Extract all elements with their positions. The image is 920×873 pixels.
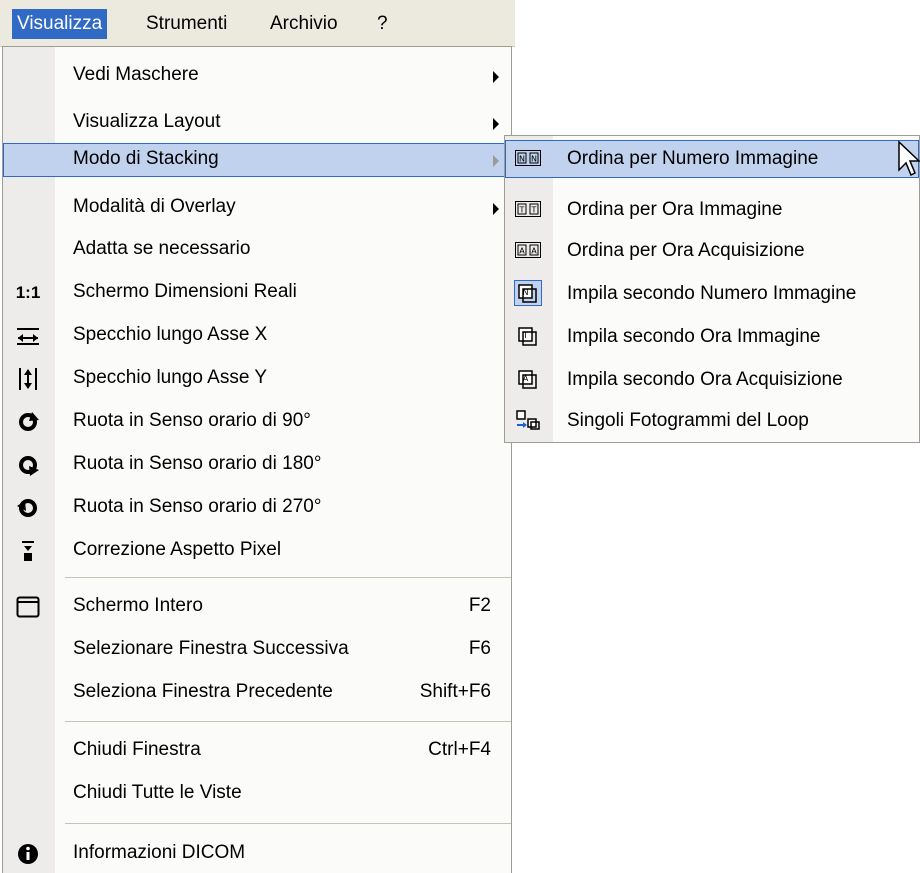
menu-item-shortcut: F6 bbox=[468, 638, 491, 659]
rotate-180-icon bbox=[15, 452, 41, 478]
menu-archivio[interactable]: Archivio bbox=[266, 10, 342, 38]
actual-size-icon: 1:1 bbox=[15, 283, 41, 302]
menu-item-modalita-overlay[interactable]: Modalità di Overlay bbox=[3, 191, 513, 225]
submenu-arrow-icon bbox=[493, 71, 499, 83]
menu-item-label: Specchio lungo Asse X bbox=[73, 324, 268, 345]
menu-item-label: Seleziona Finestra Precedente bbox=[73, 681, 333, 702]
menu-item-specchio-x[interactable]: Specchio lungo Asse X bbox=[3, 319, 513, 353]
menu-item-shortcut: Shift+F6 bbox=[419, 681, 491, 702]
submenu-item-ordina-ora-immagine[interactable]: TT Ordina per Ora Immagine bbox=[505, 191, 919, 229]
menu-item-label: Selezionare Finestra Successiva bbox=[73, 638, 349, 659]
pixel-aspect-icon bbox=[15, 538, 41, 564]
loop-frames-icon bbox=[515, 408, 541, 432]
menu-item-label: Schermo Dimensioni Reali bbox=[73, 281, 297, 302]
submenu-item-label: Impila secondo Ora Immagine bbox=[567, 326, 821, 347]
menu-item-specchio-y[interactable]: Specchio lungo Asse Y bbox=[3, 362, 513, 396]
menu-item-ruota-90[interactable]: Ruota in Senso orario di 90° bbox=[3, 405, 513, 439]
menu-visualizza[interactable]: Visualizza bbox=[12, 9, 108, 39]
fullscreen-icon bbox=[15, 594, 41, 620]
submenu-arrow-icon bbox=[493, 118, 499, 130]
menu-item-label: Informazioni DICOM bbox=[73, 842, 246, 863]
menu-item-label: Vedi Maschere bbox=[73, 64, 199, 85]
menu-item-label: Modo di Stacking bbox=[73, 148, 219, 169]
menu-help[interactable]: ? bbox=[373, 10, 392, 38]
menu-item-label: Ruota in Senso orario di 90° bbox=[73, 410, 311, 431]
menu-item-label: Ruota in Senso orario di 180° bbox=[73, 453, 322, 474]
stack-by-time-icon: T bbox=[515, 324, 541, 348]
svg-text:N: N bbox=[531, 155, 537, 164]
sort-by-time-icon: TT bbox=[515, 197, 541, 221]
svg-text:A: A bbox=[531, 247, 537, 256]
submenu-item-label: Singoli Fotogrammi del Loop bbox=[567, 410, 809, 431]
svg-text:N: N bbox=[523, 288, 529, 297]
svg-text:T: T bbox=[519, 206, 525, 215]
menu-item-label: Specchio lungo Asse Y bbox=[73, 367, 268, 388]
rotate-270-icon bbox=[15, 495, 41, 521]
visualizza-dropdown: Vedi Maschere Visualizza Layout Modo di … bbox=[2, 46, 513, 873]
submenu-item-label: Ordina per Ora Acquisizione bbox=[567, 240, 805, 261]
menu-item-label: Modalità di Overlay bbox=[73, 196, 236, 217]
rotate-90-icon bbox=[15, 409, 41, 435]
menu-item-chiudi-tutte[interactable]: Chiudi Tutte le Viste bbox=[3, 777, 513, 811]
menu-item-schermo-intero[interactable]: Schermo Intero F2 bbox=[3, 590, 513, 624]
menu-item-label: Ruota in Senso orario di 270° bbox=[73, 496, 322, 517]
menu-item-finestra-successiva[interactable]: Selezionare Finestra Successiva F6 bbox=[3, 633, 513, 667]
stack-by-acquisition-icon: A bbox=[515, 367, 541, 391]
menu-item-ruota-180[interactable]: Ruota in Senso orario di 180° bbox=[3, 448, 513, 482]
menu-item-modo-stacking[interactable]: Modo di Stacking bbox=[3, 143, 513, 177]
submenu-item-ordina-numero[interactable]: NN Ordina per Numero Immagine bbox=[505, 140, 919, 178]
submenu-arrow-icon bbox=[493, 155, 499, 167]
info-icon bbox=[15, 841, 41, 867]
submenu-item-label: Impila secondo Ora Acquisizione bbox=[567, 369, 843, 390]
mouse-cursor-icon bbox=[898, 140, 920, 177]
svg-text:N: N bbox=[519, 155, 525, 164]
mirror-y-icon bbox=[15, 366, 41, 392]
menu-item-dimensioni-reali[interactable]: 1:1 Schermo Dimensioni Reali bbox=[3, 276, 513, 310]
svg-text:T: T bbox=[531, 206, 537, 215]
sort-by-number-icon: NN bbox=[515, 146, 541, 170]
menu-strumenti[interactable]: Strumenti bbox=[142, 10, 231, 38]
menu-item-adatta[interactable]: Adatta se necessario bbox=[3, 233, 513, 267]
menu-item-ruota-270[interactable]: Ruota in Senso orario di 270° bbox=[3, 491, 513, 525]
menu-item-finestra-precedente[interactable]: Seleziona Finestra Precedente Shift+F6 bbox=[3, 676, 513, 710]
menu-item-chiudi-finestra[interactable]: Chiudi Finestra Ctrl+F4 bbox=[3, 734, 513, 768]
submenu-item-ordina-ora-acquisizione[interactable]: AA Ordina per Ora Acquisizione bbox=[505, 232, 919, 270]
menu-item-label: Adatta se necessario bbox=[73, 238, 251, 259]
menu-item-vedi-maschere[interactable]: Vedi Maschere bbox=[3, 59, 513, 93]
menu-item-visualizza-layout[interactable]: Visualizza Layout bbox=[3, 106, 513, 140]
submenu-item-label: Ordina per Numero Immagine bbox=[567, 148, 819, 169]
menu-separator bbox=[65, 721, 511, 722]
stacking-submenu: NN Ordina per Numero Immagine TT Ordina … bbox=[504, 135, 920, 443]
stack-by-number-icon: N bbox=[514, 280, 542, 306]
mirror-x-icon bbox=[15, 323, 41, 349]
svg-text:A: A bbox=[519, 247, 525, 256]
menu-item-label: Chiudi Finestra bbox=[73, 739, 201, 760]
menu-item-info-dicom[interactable]: Informazioni DICOM bbox=[3, 837, 513, 871]
submenu-item-impila-ora-acquisizione[interactable]: A Impila secondo Ora Acquisizione bbox=[505, 361, 919, 399]
menu-item-label: Chiudi Tutte le Viste bbox=[73, 782, 242, 803]
menu-item-label: Correzione Aspetto Pixel bbox=[73, 539, 282, 560]
sort-by-acquisition-icon: AA bbox=[515, 238, 541, 262]
submenu-item-label: Impila secondo Numero Immagine bbox=[567, 283, 857, 304]
menu-item-shortcut: F2 bbox=[468, 595, 491, 616]
submenu-item-impila-ora-immagine[interactable]: T Impila secondo Ora Immagine bbox=[505, 318, 919, 356]
submenu-arrow-icon bbox=[493, 203, 499, 215]
menu-item-shortcut: Ctrl+F4 bbox=[428, 739, 491, 760]
submenu-item-label: Ordina per Ora Immagine bbox=[567, 199, 783, 220]
menu-item-label: Schermo Intero bbox=[73, 595, 203, 616]
menu-separator bbox=[65, 823, 511, 824]
svg-text:A: A bbox=[523, 374, 529, 383]
menu-bar: Visualizza Strumenti Archivio ? bbox=[0, 0, 515, 47]
menu-item-label: Visualizza Layout bbox=[73, 111, 221, 132]
menu-item-aspetto-pixel[interactable]: Correzione Aspetto Pixel bbox=[3, 534, 513, 568]
submenu-item-singoli-fotogrammi[interactable]: Singoli Fotogrammi del Loop bbox=[505, 402, 919, 440]
submenu-item-impila-numero[interactable]: N Impila secondo Numero Immagine bbox=[505, 275, 919, 313]
menu-separator bbox=[65, 577, 511, 578]
svg-text:T: T bbox=[522, 331, 528, 340]
